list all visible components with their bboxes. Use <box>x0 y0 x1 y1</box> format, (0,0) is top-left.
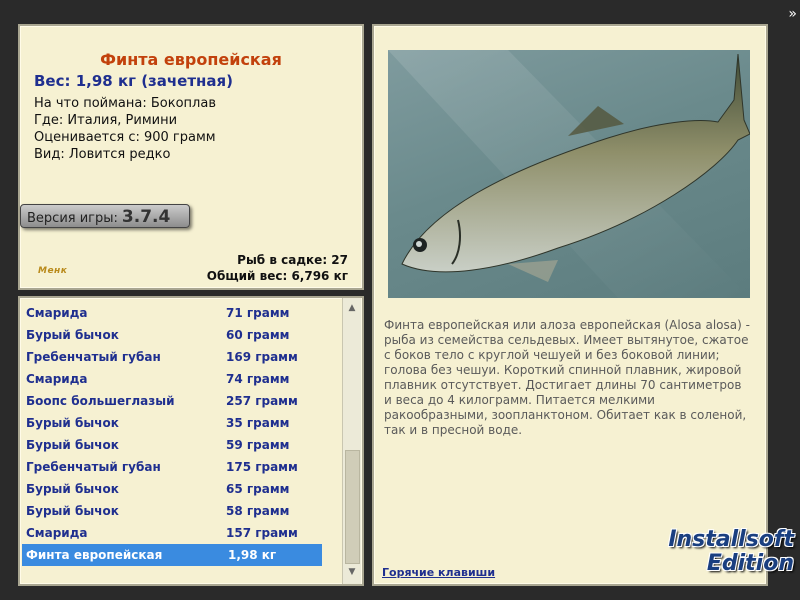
catch-row-weight: 60 грамм <box>226 328 290 342</box>
catch-row-weight: 169 грамм <box>226 350 298 364</box>
catch-row-weight: 157 грамм <box>226 526 298 540</box>
catch-row-weight: 35 грамм <box>226 416 290 430</box>
version-number: 3.7.4 <box>121 207 171 227</box>
catch-row[interactable]: Гребенчатый губан 169 грамм <box>20 346 342 368</box>
bait-info: На что поймана: Бокоплав <box>34 96 216 111</box>
fish-description: Финта европейская или алоза европейская … <box>384 318 750 437</box>
catch-row[interactable]: Бурый бычок 60 грамм <box>20 324 342 346</box>
catch-row-weight: 58 грамм <box>226 504 290 518</box>
catch-row-weight: 74 грамм <box>226 372 290 386</box>
cage-total-weight: Общий вес: 6,796 кг <box>206 269 348 283</box>
catch-row[interactable]: Смарида 71 грамм <box>20 302 342 324</box>
catch-row-weight: 71 грамм <box>226 306 290 320</box>
catch-row-name: Смарида <box>26 526 88 540</box>
watermark-line1: Installsoft <box>668 527 794 552</box>
catch-row-weight: 65 грамм <box>226 482 290 496</box>
catch-row-weight: 1,98 кг <box>228 548 277 562</box>
hotkeys-link[interactable]: Горячие клавиши <box>382 566 495 579</box>
catch-row-weight: 175 грамм <box>226 460 298 474</box>
catch-row[interactable]: Смарида 157 грамм <box>20 522 342 544</box>
location-info: Где: Италия, Римини <box>34 113 178 128</box>
catch-row-selected[interactable]: Финта европейская 1,98 кг <box>22 544 322 566</box>
fish-illustration <box>388 50 750 298</box>
skip-forward-icon[interactable]: » <box>788 6 796 22</box>
fish-description-panel: Финта европейская или алоза европейская … <box>372 24 768 586</box>
list-scrollbar[interactable]: ▲ ▼ <box>342 298 361 584</box>
scrollbar-thumb[interactable] <box>345 450 360 564</box>
catch-row-weight: 257 грамм <box>226 394 298 408</box>
fish-photo <box>388 50 750 298</box>
catch-row-name: Гребенчатый губан <box>26 460 161 474</box>
catch-row-name: Бурый бычок <box>26 438 119 452</box>
catch-row-name: Бурый бычок <box>26 504 119 518</box>
version-label: Версия игры: <box>27 211 118 226</box>
catch-list[interactable]: Смарида 71 грамм Бурый бычок 60 грамм Гребен… <box>20 302 342 566</box>
catch-row[interactable]: Смарида 74 грамм <box>20 368 342 390</box>
rating-info: Оценивается с: 900 грамм <box>34 130 216 145</box>
game-logo: Менк <box>38 266 68 276</box>
catch-row[interactable]: Боопс большеглазый 257 грамм <box>20 390 342 412</box>
catch-row[interactable]: Бурый бычок 35 грамм <box>20 412 342 434</box>
catch-row-name: Смарида <box>26 306 88 320</box>
catch-row-name: Смарида <box>26 372 88 386</box>
catch-list-panel: Смарида 71 грамм Бурый бычок 60 грамм Гребен… <box>18 296 364 586</box>
scroll-up-icon[interactable]: ▲ <box>343 300 361 316</box>
catch-row-weight: 59 грамм <box>226 438 290 452</box>
catch-row-name: Гребенчатый губан <box>26 350 161 364</box>
watermark-line2: Edition <box>706 551 794 576</box>
scroll-down-icon[interactable]: ▼ <box>343 564 361 580</box>
rarity-info: Вид: Ловится редко <box>34 147 171 162</box>
version-badge: Версия игры: 3.7.4 <box>20 204 190 228</box>
fish-weight: Вес: 1,98 кг (зачетная) <box>34 72 234 90</box>
catch-row-name: Бурый бычок <box>26 416 119 430</box>
catch-row-name: Боопс большеглазый <box>26 394 175 408</box>
catch-row[interactable]: Бурый бычок 58 грамм <box>20 500 342 522</box>
catch-row-name: Бурый бычок <box>26 328 119 342</box>
catch-row-name: Бурый бычок <box>26 482 119 496</box>
catch-row-name: Финта европейская <box>26 548 163 562</box>
installsoft-watermark: Installsoft Edition <box>642 528 794 576</box>
cage-totals: Рыб в садке: 27 Общий вес: 6,796 кг <box>207 252 348 284</box>
catch-info-panel: Финта европейская Вес: 1,98 кг (зачетная… <box>18 24 364 290</box>
fish-in-cage-count: Рыб в садке: 27 <box>237 253 348 267</box>
catch-row[interactable]: Бурый бычок 65 грамм <box>20 478 342 500</box>
catch-row[interactable]: Бурый бычок 59 грамм <box>20 434 342 456</box>
fish-name-title: Финта европейская <box>100 50 282 69</box>
catch-row[interactable]: Гребенчатый губан 175 грамм <box>20 456 342 478</box>
